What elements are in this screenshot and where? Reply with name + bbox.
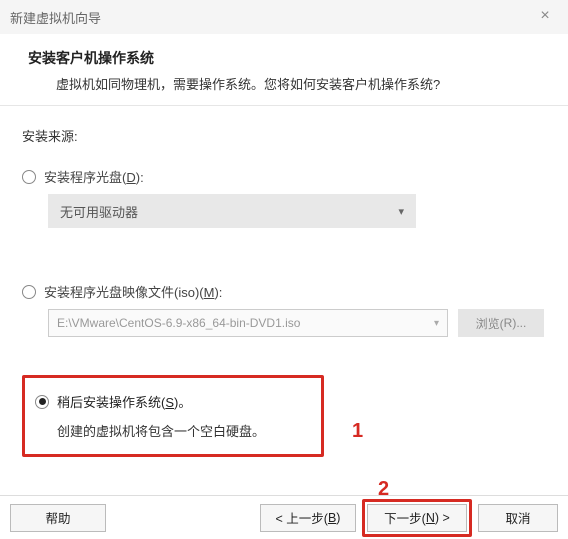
next-button[interactable]: 下一步(N) > xyxy=(367,504,467,532)
browse-button[interactable]: 浏览(R)... xyxy=(458,309,544,337)
help-button[interactable]: 帮助 xyxy=(10,504,106,532)
radio-later[interactable] xyxy=(35,395,49,409)
content-area: 安装来源: 安装程序光盘(D): 无可用驱动器 ▾ 安装程序光盘映像文件(iso… xyxy=(0,106,568,467)
page-subtitle: 虚拟机如同物理机，需要操作系统。您将如何安装客户机操作系统? xyxy=(28,74,540,93)
iso-path-combo[interactable]: E:\VMware\CentOS-6.9-x86_64-bin-DVD1.iso… xyxy=(48,309,448,337)
radio-iso-label: 安装程序光盘映像文件(iso)(M): xyxy=(44,282,222,301)
page-title: 安装客户机操作系统 xyxy=(28,48,540,68)
close-icon[interactable]: × xyxy=(534,6,556,26)
radio-iso-row[interactable]: 安装程序光盘映像文件(iso)(M): xyxy=(22,282,546,301)
cancel-button[interactable]: 取消 xyxy=(478,504,558,532)
option-later-desc: 创建的虚拟机将包含一个空白硬盘。 xyxy=(57,421,311,440)
radio-later-label: 稍后安装操作系统(S)。 xyxy=(57,392,191,411)
iso-path-text: E:\VMware\CentOS-6.9-x86_64-bin-DVD1.iso xyxy=(57,316,300,330)
radio-iso[interactable] xyxy=(22,285,36,299)
source-label: 安装来源: xyxy=(22,126,546,145)
back-button[interactable]: < 上一步(B) xyxy=(260,504,356,532)
window-title: 新建虚拟机向导 xyxy=(10,8,101,27)
option-disc: 安装程序光盘(D): 无可用驱动器 ▾ xyxy=(22,167,546,228)
next-highlight: 下一步(N) > xyxy=(362,499,472,537)
radio-disc[interactable] xyxy=(22,170,36,184)
option-later-highlight: 稍后安装操作系统(S)。 创建的虚拟机将包含一个空白硬盘。 xyxy=(22,375,324,457)
wizard-header: 安装客户机操作系统 虚拟机如同物理机，需要操作系统。您将如何安装客户机操作系统? xyxy=(0,34,568,105)
titlebar: 新建虚拟机向导 × xyxy=(0,0,568,34)
annotation-1: 1 xyxy=(352,420,363,443)
drive-dropdown-text: 无可用驱动器 xyxy=(60,202,138,221)
iso-row: E:\VMware\CentOS-6.9-x86_64-bin-DVD1.iso… xyxy=(48,309,546,337)
radio-later-row[interactable]: 稍后安装操作系统(S)。 xyxy=(35,392,311,411)
drive-dropdown[interactable]: 无可用驱动器 ▾ xyxy=(48,194,416,228)
chevron-down-icon: ▾ xyxy=(434,318,439,329)
radio-disc-row[interactable]: 安装程序光盘(D): xyxy=(22,167,546,186)
option-iso: 安装程序光盘映像文件(iso)(M): E:\VMware\CentOS-6.9… xyxy=(22,282,546,337)
footer: 帮助 < 上一步(B) 下一步(N) > 取消 xyxy=(0,495,568,539)
radio-disc-label: 安装程序光盘(D): xyxy=(44,167,144,186)
chevron-down-icon: ▾ xyxy=(398,205,404,218)
